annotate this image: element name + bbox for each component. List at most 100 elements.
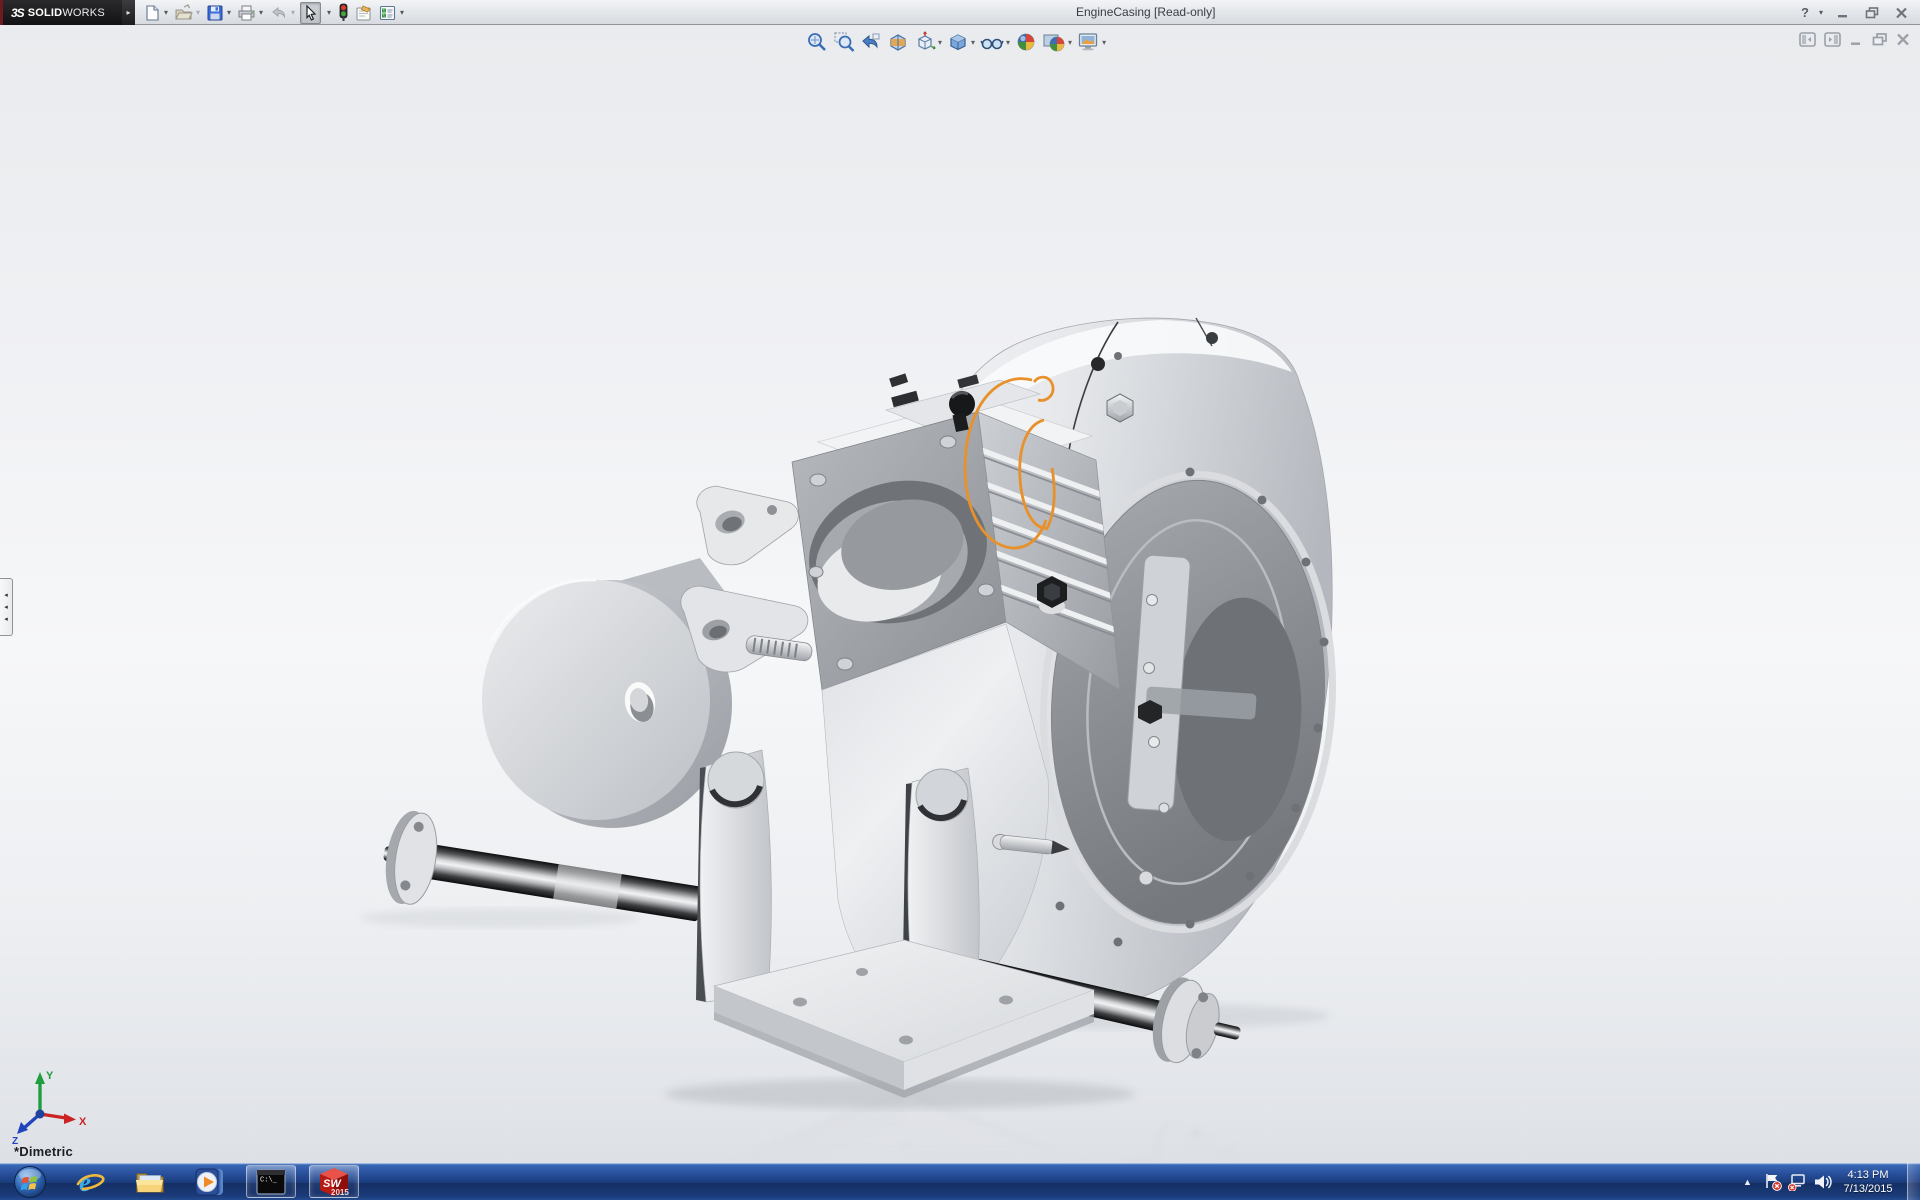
solidworks-logo: 3S SOLIDWORKS [0,0,122,25]
doc-minimize-button[interactable] [1849,33,1864,46]
zoom-to-area-icon [833,31,855,53]
logo-brand-light: WORKS [62,7,105,19]
hide-show-items-icon [980,31,1004,53]
new-document-button[interactable]: ▾ [142,2,171,24]
triad-z-label: Z [12,1136,18,1144]
command-prompt-icon-text: C:\_ [260,1176,278,1184]
engine-casing-model[interactable] [0,26,1920,1163]
new-document-icon [143,4,161,22]
system-tray: ▲ 4:13 PM 7/ [1735,1163,1920,1200]
select-tool-button[interactable] [300,2,321,24]
display-style-icon [947,31,969,53]
section-view-icon [887,31,909,53]
menu-expand-arrow[interactable]: ▸ [122,0,135,25]
volume-button[interactable] [1810,1163,1835,1200]
view-orientation-label: *Dimetric [14,1144,73,1159]
command-prompt-icon: C:\_ [256,1169,286,1195]
restore-button[interactable] [1861,5,1883,21]
triad-x-label: X [79,1116,87,1128]
section-view-button[interactable] [887,31,909,53]
solidworks-2015-icon: SW 2015 [318,1167,350,1197]
network-disconnected-icon [1787,1173,1808,1191]
triad-y-label: Y [46,1070,54,1082]
print-icon [237,4,256,22]
show-desktop-button[interactable] [1907,1163,1920,1200]
select-dropdown[interactable]: ▾ [323,2,334,24]
collapse-left-pane-button[interactable] [1799,32,1816,47]
graphics-viewport[interactable]: ▾ ▾ ▾ [0,26,1920,1163]
hide-show-items-button[interactable]: ▾ [980,31,1010,53]
feature-manager-collapsed-tab[interactable]: ◂ ◂ ◂ [0,578,13,636]
windows-start-orb-icon [13,1165,47,1199]
clock-time: 4:13 PM [1835,1168,1901,1182]
save-icon [206,4,224,22]
model-geometry[interactable] [360,318,1348,1109]
taskbar-media-player[interactable] [186,1165,234,1198]
solidworks-screen: { "titlebar": { "logo": { "mark": "3S", … [0,0,1920,1200]
undo-icon [269,4,288,22]
network-status-button[interactable] [1785,1163,1810,1200]
view-orientation-icon [914,31,936,53]
internet-explorer-icon: e [75,1167,105,1197]
file-properties-icon [354,4,374,22]
heads-up-view-toolbar: ▾ ▾ ▾ [806,29,1111,55]
help-dropdown[interactable]: ▾ [1817,8,1825,17]
taskbar-internet-explorer[interactable]: e [66,1165,114,1198]
rebuild-button[interactable] [336,2,351,24]
action-center-button[interactable] [1760,1163,1785,1200]
options-button[interactable]: ▾ [377,2,407,24]
start-button[interactable] [6,1165,54,1198]
folder-icon [134,1168,166,1196]
reference-triad: Y X Z [8,1068,92,1144]
windows-taskbar: e C:\_ S [0,1163,1920,1200]
close-button[interactable] [1890,5,1912,21]
volume-icon [1813,1173,1833,1191]
view-orientation-button[interactable]: ▾ [914,31,942,53]
zoom-to-fit-button[interactable] [806,31,828,53]
view-settings-icon [1077,31,1100,53]
taskbar-clock[interactable]: 4:13 PM 7/13/2015 [1835,1168,1901,1196]
collapse-right-pane-button[interactable] [1824,32,1841,47]
help-button[interactable]: ? [1801,5,1809,20]
previous-view-button[interactable] [860,31,882,53]
close-icon [1895,7,1908,19]
titlebar-controls: ? ▾ [1801,0,1912,25]
window-title: EngineCasing [Read-only] [1076,5,1215,19]
main-toolbar: ▾ ▾ ▾ ▾ [142,1,409,24]
apply-scene-icon [1042,31,1066,53]
media-player-icon [195,1167,225,1197]
display-style-button[interactable]: ▾ [947,31,975,53]
options-icon [378,4,397,22]
edit-appearance-icon [1015,31,1037,53]
undo-button[interactable]: ▾ [268,2,298,24]
solidworks-icon-year: 2015 [331,1188,349,1197]
action-center-flag-icon [1763,1173,1783,1191]
restore-icon [1865,7,1880,19]
zoom-to-area-button[interactable] [833,31,855,53]
apply-scene-button[interactable]: ▾ [1042,31,1072,53]
doc-restore-button[interactable] [1872,33,1888,46]
print-button[interactable]: ▾ [236,2,266,24]
titlebar: 3S SOLIDWORKS ▸ ▾ ▾ ▾ [0,0,1920,25]
taskbar-solidworks-2015[interactable]: SW 2015 [309,1165,359,1198]
taskbar-command-prompt[interactable]: C:\_ [246,1165,296,1198]
doc-close-button[interactable] [1896,33,1910,46]
file-properties-button[interactable] [353,2,375,24]
document-window-controls [1799,32,1910,47]
taskbar-windows-explorer[interactable] [126,1165,174,1198]
save-button[interactable]: ▾ [205,2,234,24]
select-cursor-icon [302,4,319,22]
view-settings-button[interactable]: ▾ [1077,31,1106,53]
clock-date: 7/13/2015 [1835,1182,1901,1196]
minimize-icon [1837,7,1850,18]
edit-appearance-button[interactable] [1015,31,1037,53]
show-hidden-icons-button[interactable]: ▲ [1735,1163,1760,1200]
previous-view-icon [860,31,882,53]
logo-3ds-icon: 3S [11,6,24,20]
logo-brand-bold: SOLID [28,7,63,19]
minimize-button[interactable] [1832,5,1854,21]
open-button[interactable]: ▾ [173,2,203,24]
zoom-to-fit-icon [806,31,828,53]
open-icon [174,4,193,22]
rebuild-traffic-light-icon [337,3,350,22]
